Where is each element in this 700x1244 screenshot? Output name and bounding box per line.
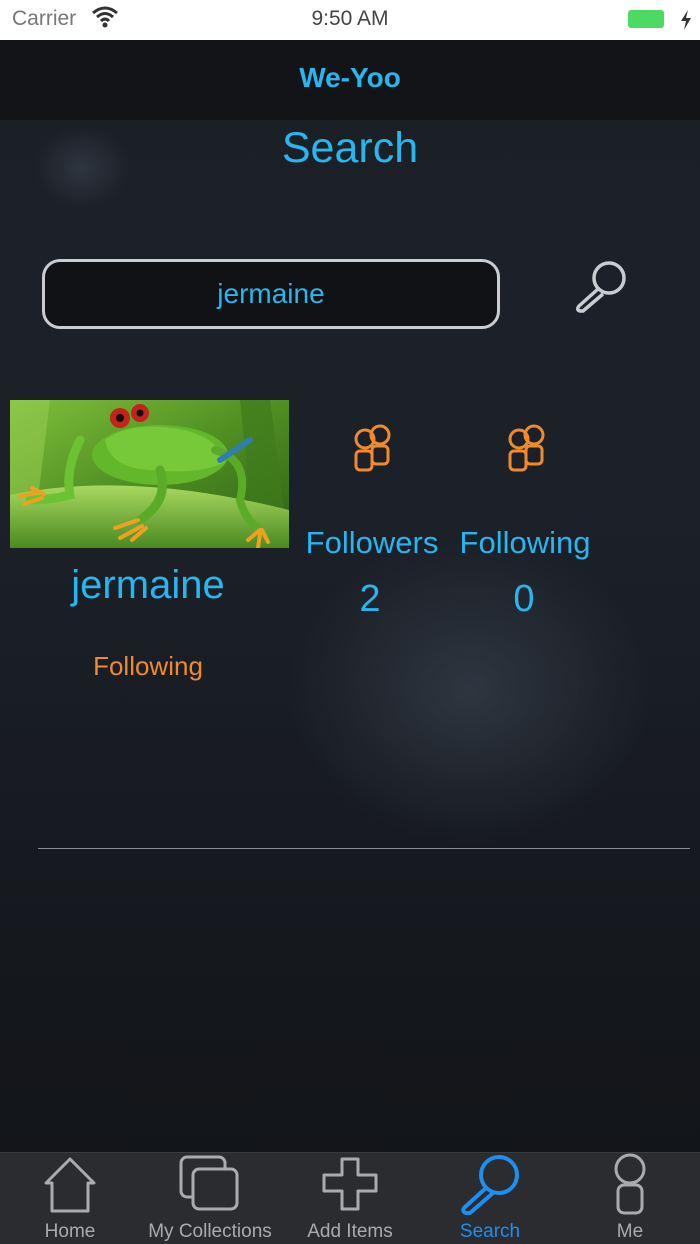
home-icon [44, 1157, 96, 1213]
following-count[interactable]: 0 [444, 578, 604, 621]
search-icon [461, 1155, 519, 1215]
followers-count[interactable]: 2 [290, 578, 450, 621]
person-icon [614, 1153, 646, 1215]
status-time: 9:50 AM [311, 7, 389, 30]
search-input[interactable]: jermaine [42, 259, 500, 329]
tab-add-items[interactable]: Add Items [280, 1153, 420, 1244]
tab-home-label: Home [44, 1221, 96, 1242]
tab-me[interactable]: Me [560, 1153, 700, 1244]
tab-my-collections[interactable]: My Collections [140, 1153, 280, 1244]
tab-search[interactable]: Search [420, 1153, 560, 1244]
collections-icon [179, 1155, 239, 1211]
tab-add-items-label: Add Items [307, 1221, 393, 1242]
app-title: We-Yoo [299, 62, 401, 93]
user-avatar[interactable] [10, 400, 289, 548]
follow-status-button[interactable]: Following [10, 651, 286, 682]
result-username[interactable]: jermaine [10, 563, 286, 608]
followers-label: Followers [305, 525, 439, 560]
tab-me-label: Me [616, 1221, 644, 1242]
tab-home[interactable]: Home [0, 1153, 140, 1244]
magnifier-icon [575, 261, 626, 313]
tab-my-collections-label: My Collections [148, 1221, 272, 1242]
plus-icon [322, 1157, 378, 1211]
result-divider [38, 848, 690, 849]
following-icon[interactable] [502, 422, 550, 474]
search-button[interactable] [568, 256, 634, 316]
app-screen: Carrier 9:50 AM We-Yoo Search jermaine j… [0, 0, 700, 1244]
page-title: Search [281, 124, 419, 172]
charging-bolt-icon [681, 10, 691, 30]
following-label: Following [459, 525, 591, 560]
battery-icon [628, 10, 664, 28]
status-bar: Carrier 9:50 AM [0, 0, 700, 40]
followers-icon[interactable] [348, 422, 396, 474]
tab-bar: Home My Collections Add Items Search Me [0, 1152, 700, 1244]
tab-search-label: Search [459, 1221, 521, 1242]
